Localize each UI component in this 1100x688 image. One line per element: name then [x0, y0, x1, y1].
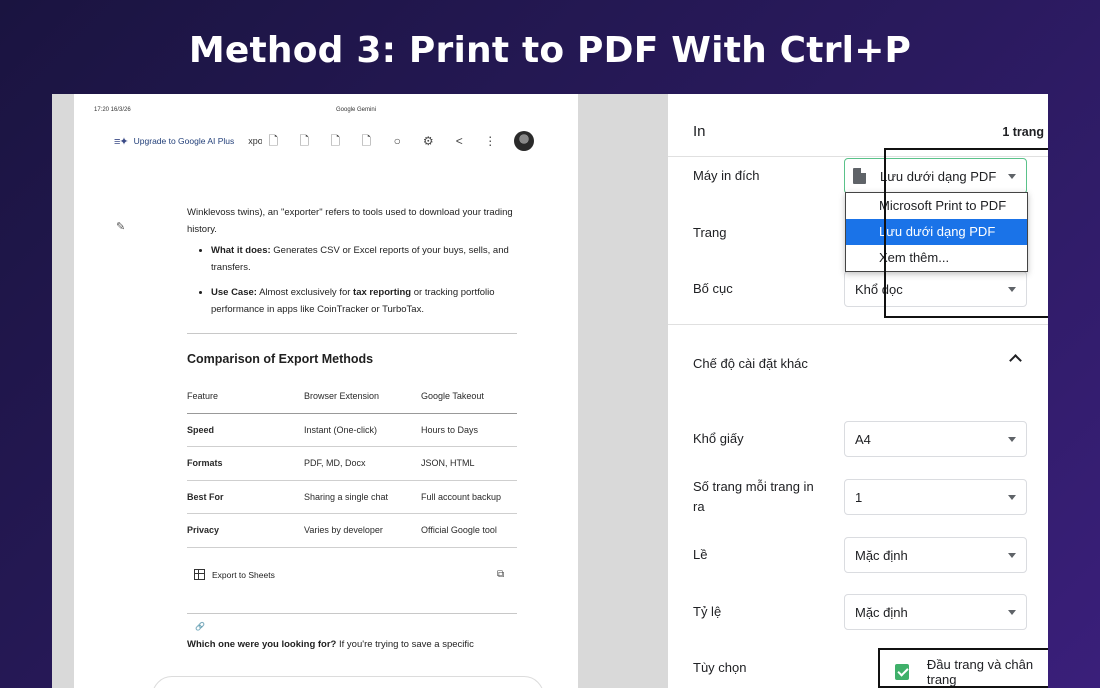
margins-label: Lề [693, 547, 708, 562]
highlight-box [884, 148, 1048, 318]
file-export-icon: 🗋 [361, 134, 372, 148]
table-cell: Sharing a single chat [304, 480, 421, 514]
export-to-sheets-label: Export to Sheets [212, 569, 275, 580]
preview-page-title: Google Gemini [336, 107, 377, 113]
table-header-cell: Feature [187, 379, 304, 414]
divider [668, 324, 1048, 325]
page-count: 1 trang [1002, 125, 1044, 139]
word-export-icon: 🗋 [299, 134, 310, 148]
bullet-list: What it does: Generates CSV or Excel rep… [211, 242, 517, 318]
headline: Method 3: Print to PDF With Ctrl+P [188, 30, 912, 71]
circle-icon: ○ [393, 134, 401, 148]
scale-select[interactable]: Mặc định [844, 594, 1027, 630]
table-cell: Official Google tool [421, 513, 517, 548]
table-cell: Full account backup [421, 480, 517, 514]
margins-select[interactable]: Mặc định [844, 537, 1027, 573]
share-icon: < [455, 134, 463, 148]
table-cell: Best For [187, 480, 304, 514]
pages-per-sheet-value: 1 [855, 489, 863, 505]
more-vert-icon: ⋮ [484, 134, 497, 148]
pages-per-sheet-select[interactable]: 1 [844, 479, 1027, 515]
scale-label: Tỷ lệ [693, 604, 722, 619]
gear-icon: ⚙ [422, 134, 434, 148]
sparkle-menu-icon: ≡✦ [114, 135, 129, 148]
table-header-cell: Google Takeout [421, 379, 517, 414]
pdf-export-icon: 🗋 [330, 134, 341, 148]
intro-paragraph: Winklevoss twins), an "exporter" refers … [187, 207, 513, 235]
avatar [514, 131, 535, 151]
paper-size-select[interactable]: A4 [844, 421, 1027, 457]
pages-per-sheet-label: Số trang mỗi trang in ra [693, 479, 814, 514]
preview-timestamp: 17:20 16/3/26 [94, 107, 131, 113]
comparison-heading: Comparison of Export Methods [187, 352, 374, 366]
print-settings-panel: In 1 trang Máy in đích Lưu dưới dạng PDF… [668, 94, 1048, 688]
table-cell: Speed [187, 413, 304, 447]
chevron-down-icon [1008, 553, 1016, 558]
comparison-table: Feature Browser Extension Google Takeout… [187, 379, 517, 548]
chevron-down-icon [1008, 437, 1016, 442]
table-cell: Privacy [187, 513, 304, 548]
response-text: Winklevoss twins), an "exporter" refers … [187, 204, 517, 326]
copy-icon: ⧉ [497, 569, 505, 580]
table-cell: Hours to Days [421, 413, 517, 447]
chevron-up-icon[interactable] [1009, 354, 1022, 367]
table-header-row: Feature Browser Extension Google Takeout [187, 379, 517, 414]
scale-value: Mặc định [855, 604, 908, 620]
table-row: Privacy Varies by developer Official Goo… [187, 513, 517, 548]
print-preview-page: 17:20 16/3/26 Google Gemini ≡✦ Upgrade t… [74, 94, 578, 688]
export-to-sheets: Export to Sheets [194, 569, 275, 580]
follow-up-question: Which one were you looking for? If you'r… [187, 639, 474, 650]
table-header-cell: Browser Extension [304, 379, 421, 414]
divider [187, 333, 517, 334]
table-cell: JSON, HTML [421, 446, 517, 481]
divider [187, 613, 517, 614]
table-cell: Instant (One-click) [304, 413, 421, 447]
gemini-topbar: ≡✦ Upgrade to Google AI Plus xpo 🗋 🗋 🗋 🗋… [114, 130, 544, 152]
table-row: Formats PDF, MD, Docx JSON, HTML [187, 446, 517, 481]
paper-size-label: Khổ giấy [693, 431, 744, 446]
print-preview-area: 17:20 16/3/26 Google Gemini ≡✦ Upgrade t… [52, 94, 668, 688]
document-icon [853, 168, 866, 184]
margins-value: Mặc định [855, 547, 908, 563]
chevron-down-icon [1008, 610, 1016, 615]
table-grid-icon [194, 569, 205, 580]
edit-icon: ✎ [116, 221, 126, 233]
chevron-down-icon [1008, 495, 1016, 500]
table-cell: PDF, MD, Docx [304, 446, 421, 481]
list-item: What it does: Generates CSV or Excel rep… [211, 242, 517, 276]
link-icon: 🔗 [195, 622, 205, 631]
export-fragment-label: xpo [248, 136, 263, 146]
upgrade-link: Upgrade to Google AI Plus [133, 136, 235, 146]
table-cell: Varies by developer [304, 513, 421, 548]
pages-label: Trang [693, 225, 727, 240]
layout-label: Bố cục [693, 281, 733, 296]
prompt-box-edge [152, 676, 544, 688]
table-row: Best For Sharing a single chat Full acco… [187, 480, 517, 514]
print-title: In [693, 123, 706, 140]
list-item: Use Case: Almost exclusively for tax rep… [211, 284, 517, 318]
table-cell: Formats [187, 446, 304, 481]
destination-label: Máy in đích [693, 168, 760, 183]
export-doc-icon: 🗋 [268, 134, 279, 148]
print-dialog-screenshot: 17:20 16/3/26 Google Gemini ≡✦ Upgrade t… [52, 94, 1048, 688]
highlight-box [878, 648, 1048, 688]
paper-size-value: A4 [855, 431, 871, 447]
more-settings-label[interactable]: Chế độ cài đặt khác [693, 354, 808, 374]
options-label: Tùy chọn [693, 660, 747, 675]
table-row: Speed Instant (One-click) Hours to Days [187, 413, 517, 447]
